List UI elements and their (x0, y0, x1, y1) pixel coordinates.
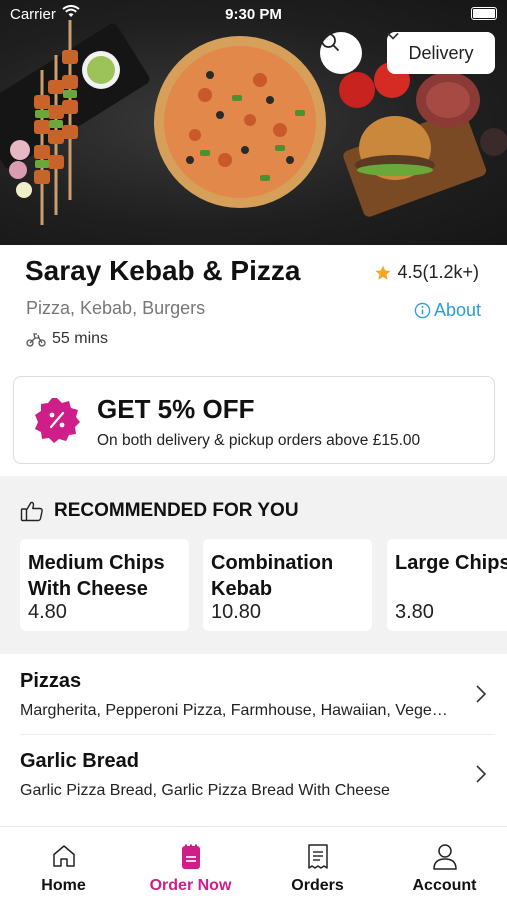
offer-subtitle: On both delivery & pickup orders above £… (97, 432, 421, 449)
tab-label: Home (41, 877, 86, 894)
tab-account[interactable]: Account (381, 827, 507, 900)
tab-label: Orders (291, 877, 344, 894)
category-title: Pizzas (20, 670, 82, 692)
recommended-item-price: 3.80 (395, 601, 434, 623)
restaurant-name: Saray Kebab & Pizza (25, 255, 301, 286)
receipt-icon (307, 844, 328, 869)
delivery-time: 55 mins (52, 330, 109, 347)
search-button[interactable] (320, 32, 362, 74)
delivery-mode-label: Delivery (408, 42, 474, 63)
delivery-mode-dropdown[interactable]: Delivery (387, 32, 495, 74)
search-icon (321, 33, 339, 51)
category-row-garlic-bread[interactable]: Garlic Bread Garlic Pizza Bread, Garlic … (0, 736, 507, 816)
status-bar: Carrier 9:30 PM (0, 0, 507, 30)
divider (20, 734, 495, 735)
star-icon (375, 265, 391, 280)
discount-badge-icon (35, 398, 80, 443)
about-link[interactable]: About (414, 300, 481, 321)
category-title: Garlic Bread (20, 750, 139, 772)
recommended-item-price: 10.80 (211, 601, 262, 623)
recommended-item-name: Combination Kebab (211, 552, 334, 600)
chevron-down-icon (387, 32, 399, 40)
recommended-item-card[interactable]: Large Chips 3.80 (387, 539, 507, 631)
thumbs-up-icon (20, 501, 43, 522)
battery-icon (471, 7, 497, 20)
tab-label: Account (412, 877, 477, 894)
chevron-right-icon (476, 765, 487, 783)
home-icon (52, 845, 75, 867)
hero-banner: Carrier 9:30 PM Delivery (0, 0, 507, 245)
tab-label: Order Now (149, 877, 232, 894)
person-icon (432, 844, 457, 870)
recommended-item-card[interactable]: Medium Chips With Cheese 4.80 (20, 539, 189, 631)
category-description: Garlic Pizza Bread, Garlic Pizza Bread W… (20, 782, 390, 799)
category-description: Margherita, Pepperoni Pizza, Farmhouse, … (20, 702, 450, 719)
tab-order-now[interactable]: Order Now (127, 827, 254, 900)
tab-orders[interactable]: Orders (254, 827, 381, 900)
restaurant-rating: 4.5(1.2k+) (374, 262, 479, 283)
rating-value: 4.5(1.2k+) (397, 262, 479, 282)
category-row-pizzas[interactable]: Pizzas Margherita, Pepperoni Pizza, Farm… (0, 656, 507, 736)
recommended-heading: RECOMMENDED FOR YOU (20, 500, 299, 522)
recommended-item-price: 4.80 (28, 601, 67, 623)
about-label: About (433, 300, 481, 320)
delivery-time-row: 55 mins (26, 330, 108, 348)
tab-home[interactable]: Home (0, 827, 127, 900)
bottom-tab-bar: Home Order Now Orders Account (0, 826, 507, 900)
recommended-item-name: Medium Chips With Cheese (28, 552, 165, 600)
recommended-heading-label: RECOMMENDED FOR YOU (54, 500, 299, 521)
recommended-item-card[interactable]: Combination Kebab 10.80 (203, 539, 372, 631)
order-bag-icon (181, 844, 200, 869)
recommended-item-name: Large Chips (395, 552, 507, 574)
status-time: 9:30 PM (225, 6, 282, 23)
chevron-right-icon (476, 685, 487, 703)
offer-title: GET 5% OFF (97, 394, 255, 424)
offer-banner[interactable]: GET 5% OFF On both delivery & pickup ord… (13, 376, 495, 464)
cuisine-list: Pizza, Kebab, Burgers (26, 298, 206, 318)
recommended-section: RECOMMENDED FOR YOU Medium Chips With Ch… (0, 476, 507, 654)
info-icon (414, 302, 431, 319)
scooter-icon (26, 333, 46, 347)
